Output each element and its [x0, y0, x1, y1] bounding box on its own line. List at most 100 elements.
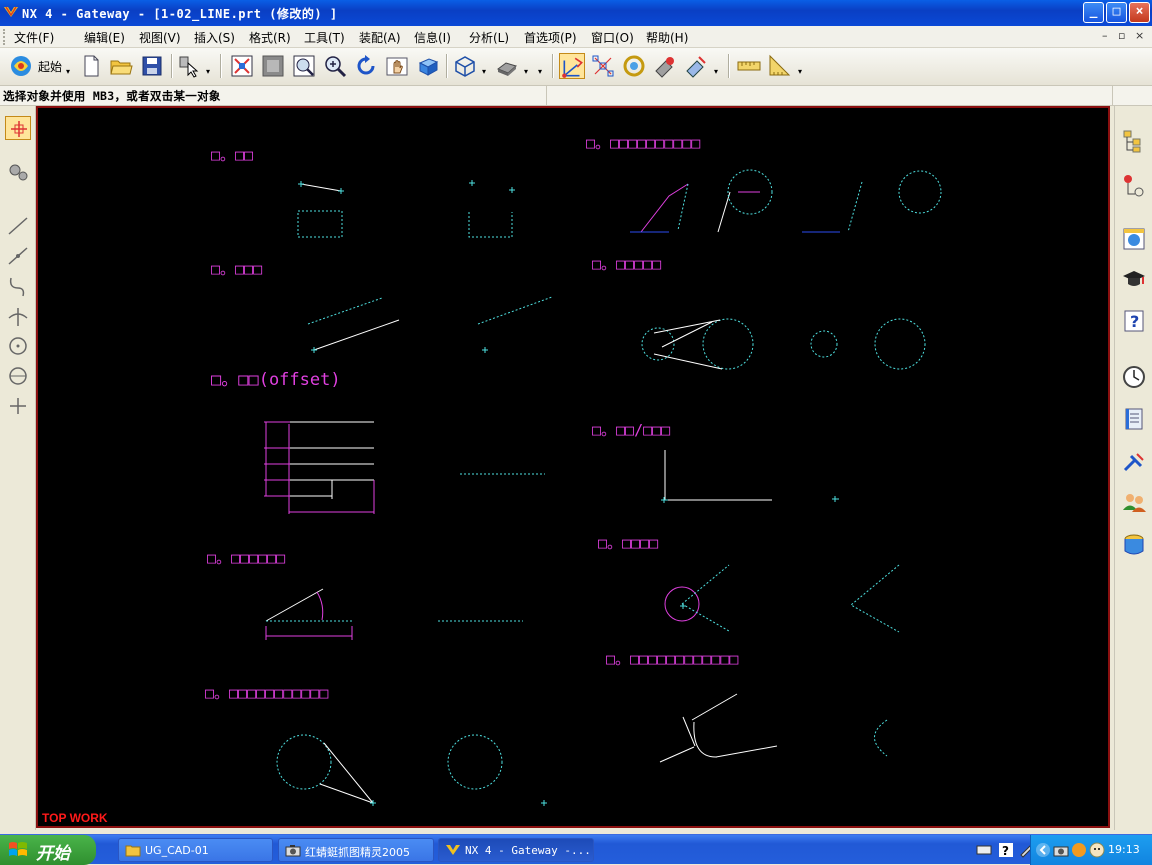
view-orient-icon[interactable]: [415, 53, 441, 79]
task-label: UG_CAD-01: [145, 844, 209, 857]
help-icon[interactable]: ?: [1121, 308, 1147, 334]
child-minimize-button[interactable]: –: [1102, 29, 1108, 42]
line-point-tool-icon[interactable]: [5, 244, 31, 268]
task-label: NX 4 - Gateway -...: [465, 844, 591, 857]
select-tool-icon[interactable]: [5, 116, 31, 140]
section-label: □。□□□□: [598, 534, 658, 552]
section-label: □。□□(offset): [211, 370, 341, 390]
snap-points-icon[interactable]: [590, 53, 616, 79]
zoom-area-icon[interactable]: [291, 53, 317, 79]
child-restore-button[interactable]: ▫: [1118, 29, 1125, 42]
menu-preferences[interactable]: 首选项(P): [524, 29, 577, 46]
save-icon[interactable]: [139, 53, 165, 79]
gear-tool-icon[interactable]: [5, 160, 31, 184]
toolbar-separator: [171, 54, 173, 78]
graphics-window[interactable]: □。□□ □。□□□ □。□□(offset) □。□□□□□□ □。□□□□□…: [36, 106, 1110, 828]
menu-analysis[interactable]: 分析(L): [469, 29, 509, 46]
menu-info[interactable]: 信息(I): [414, 29, 451, 46]
title-bar: NX 4 - Gateway - [1-02_LINE.prt (修改的) ] …: [0, 0, 1152, 26]
task-folder[interactable]: UG_CAD-01: [118, 838, 273, 862]
menu-grip[interactable]: [3, 29, 7, 45]
avatar-tray-icon[interactable]: [1089, 842, 1105, 858]
spline-tool-icon[interactable]: [5, 274, 31, 298]
select-filter-icon[interactable]: [176, 53, 202, 79]
roles-icon[interactable]: [1121, 490, 1147, 516]
task-nx[interactable]: NX 4 - Gateway -...: [438, 838, 594, 862]
toolbar-overflow-icon[interactable]: ▾: [538, 67, 542, 76]
status-divider: [546, 86, 547, 106]
nx-logo-icon: [446, 845, 460, 855]
circle-tool-icon[interactable]: [5, 364, 31, 388]
measure-icon[interactable]: [736, 53, 762, 79]
menu-help[interactable]: 帮助(H): [646, 29, 688, 46]
menu-window[interactable]: 窗口(O): [591, 29, 634, 46]
start-dropdown-icon[interactable]: ▾: [66, 67, 70, 76]
camera-tray-icon[interactable]: [1053, 842, 1069, 858]
filter-dropdown-icon[interactable]: ▾: [206, 67, 210, 76]
ruler-dropdown-icon[interactable]: ▾: [798, 67, 802, 76]
maximize-button[interactable]: □: [1106, 2, 1127, 23]
palette-icon[interactable]: [1121, 406, 1147, 432]
render-style-icon[interactable]: [452, 53, 478, 79]
system-materials-icon[interactable]: [1121, 532, 1147, 558]
sync-tray-icon[interactable]: [1071, 842, 1087, 858]
point-tool-icon[interactable]: [5, 394, 31, 418]
section-label: □。□□□□□□□□□□□: [205, 684, 328, 702]
section-label: □。□□□□□□: [207, 549, 285, 567]
folder-icon: [125, 845, 141, 857]
display-dropdown-icon[interactable]: ▾: [714, 67, 718, 76]
nx-start-icon[interactable]: [8, 53, 34, 79]
perpendicular-tool-icon[interactable]: [5, 304, 31, 328]
process-studio-icon[interactable]: [1121, 450, 1147, 476]
minimize-button[interactable]: _: [1083, 2, 1104, 23]
zoom-in-out-icon[interactable]: [322, 53, 348, 79]
toolbar-separator: [552, 54, 554, 78]
child-close-button[interactable]: ×: [1135, 29, 1144, 42]
training-icon[interactable]: [1121, 266, 1147, 292]
menu-edit[interactable]: 编辑(E): [84, 29, 125, 46]
render-dropdown-icon[interactable]: ▾: [482, 67, 486, 76]
close-button[interactable]: ×: [1129, 2, 1150, 23]
menu-assembly[interactable]: 装配(A): [359, 29, 401, 46]
help-tray-icon[interactable]: ?: [998, 842, 1014, 858]
new-file-icon[interactable]: [78, 53, 104, 79]
zoom-window-icon[interactable]: [260, 53, 286, 79]
start-label: 开始: [36, 844, 70, 863]
task-capture-tool[interactable]: 红蜻蜓抓图精灵2005: [278, 838, 434, 862]
line-tool-icon[interactable]: [5, 214, 31, 238]
menu-tools[interactable]: 工具(T): [304, 29, 345, 46]
shaded-icon[interactable]: [494, 53, 520, 79]
circle-center-tool-icon[interactable]: [5, 334, 31, 358]
ruler-icon[interactable]: [767, 53, 793, 79]
clock: 19:13: [1108, 843, 1140, 856]
taskbar: 开始 UG_CAD-01 红蜻蜓抓图精灵2005 NX 4 - Gateway …: [0, 834, 1152, 865]
menu-bar: 文件(F) 编辑(E) 视图(V) 插入(S) 格式(R) 工具(T) 装配(A…: [0, 26, 1152, 48]
keyboard-icon[interactable]: [976, 842, 992, 858]
menu-insert[interactable]: 插入(S): [194, 29, 235, 46]
shaded-dropdown-icon[interactable]: ▾: [524, 67, 528, 76]
fit-view-icon[interactable]: [229, 53, 255, 79]
history-icon[interactable]: [1121, 364, 1147, 390]
open-folder-icon[interactable]: [108, 53, 134, 79]
rotate-icon[interactable]: [353, 53, 379, 79]
watermark: TOP WORK: [42, 811, 108, 825]
pan-icon[interactable]: [384, 53, 410, 79]
start-button[interactable]: 开始: [0, 835, 96, 865]
menu-file[interactable]: 文件(F): [14, 29, 54, 46]
web-browser-icon[interactable]: [1121, 226, 1147, 252]
toolbar-separator: [728, 54, 730, 78]
layer-icon[interactable]: [621, 53, 647, 79]
part-navigator-icon[interactable]: [1121, 172, 1147, 198]
point-icon[interactable]: [652, 53, 678, 79]
task-label: 红蜻蜓抓图精灵2005: [305, 846, 410, 859]
wcs-icon[interactable]: [559, 53, 585, 79]
chevron-left-icon[interactable]: [1035, 842, 1051, 858]
menu-view[interactable]: 视图(V): [139, 29, 181, 46]
nx-logo-icon: [4, 6, 18, 17]
menu-format[interactable]: 格式(R): [249, 29, 291, 46]
object-display-icon[interactable]: [683, 53, 709, 79]
start-label[interactable]: 起始: [38, 58, 62, 75]
left-toolbar: [0, 106, 36, 830]
section-label: □。□□□□□: [592, 255, 661, 273]
assembly-navigator-icon[interactable]: [1121, 128, 1147, 154]
